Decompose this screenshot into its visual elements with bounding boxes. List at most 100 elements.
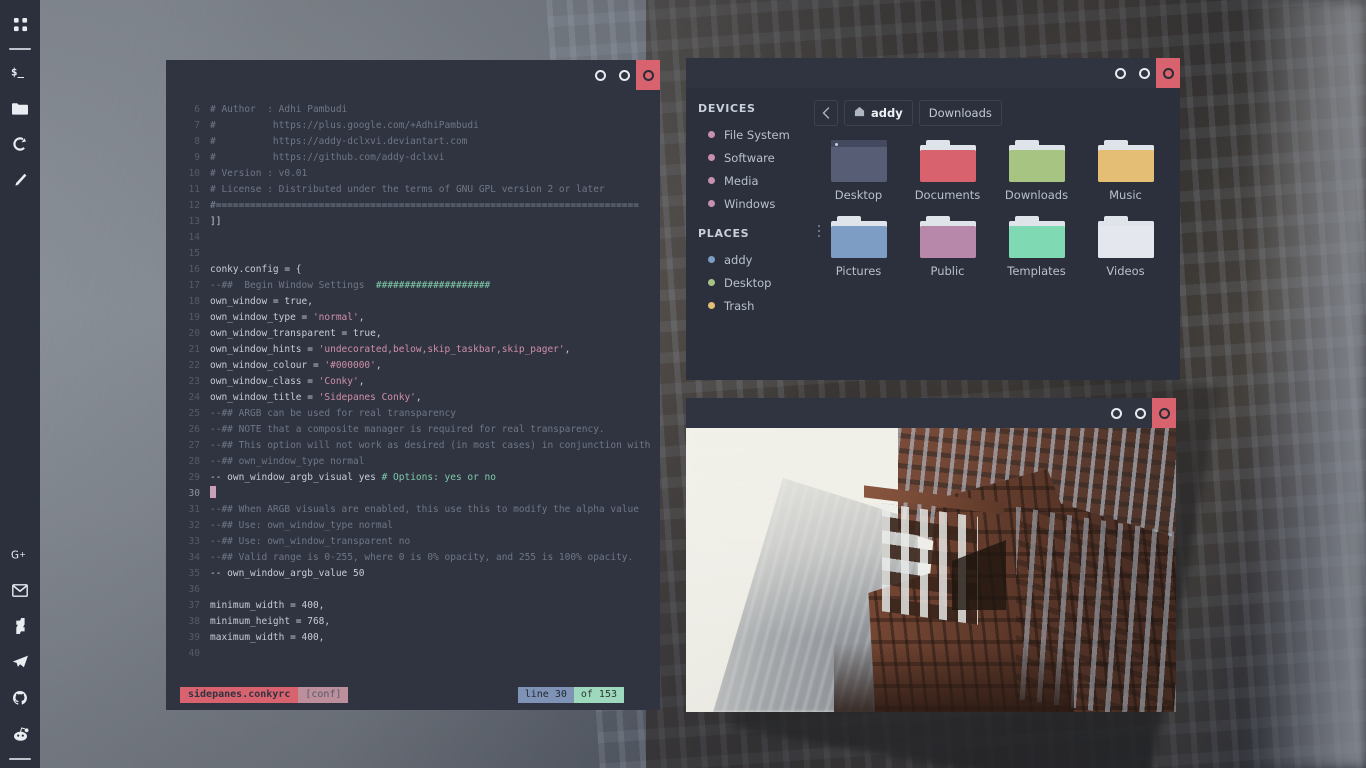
code-token: own_window_transparent = true, (210, 328, 382, 339)
place-item-trash[interactable]: Trash (698, 294, 806, 317)
device-item-media[interactable]: Media (698, 169, 806, 192)
deviantart-icon[interactable] (0, 608, 40, 644)
line-number: 29 (188, 472, 200, 483)
editor-body[interactable]: 6 # Author : Adhi Pambudi 7 # https://plus.… (166, 90, 660, 710)
code-token: --## own_window_type normal (210, 456, 365, 467)
folder-icon[interactable] (0, 90, 40, 126)
editor-titlebar[interactable] (166, 60, 660, 90)
file-item-public[interactable]: Public (903, 216, 992, 278)
device-item-software[interactable]: Software (698, 146, 806, 169)
image-viewer-titlebar[interactable] (686, 398, 1176, 428)
editor-minimize-button[interactable] (588, 60, 612, 90)
apps-grid-icon[interactable] (0, 6, 40, 42)
line-number: 15 (188, 248, 200, 259)
editor-close-button[interactable] (636, 60, 660, 90)
breadcrumb-item-downloads[interactable]: Downloads (918, 100, 1002, 126)
terminal-icon[interactable]: $_ (0, 54, 40, 90)
code-text: # https://github.com/addy-dclxvi (210, 150, 445, 166)
image-viewer-minimize-button[interactable] (1104, 398, 1128, 428)
code-line: 18 own_window = true, (178, 294, 652, 310)
line-number: 39 (188, 632, 200, 643)
code-line: 37 minimum_width = 400, (178, 598, 652, 614)
github-icon[interactable] (0, 680, 40, 716)
sidebar-item-label: Desktop (724, 275, 772, 290)
image-viewer-canvas[interactable] (686, 428, 1176, 712)
code-token: --## When ARGB visuals are enabled, this… (210, 504, 639, 515)
gmail-icon[interactable] (0, 572, 40, 608)
file-grid: Desktop Documents Downloads Music Pictures Pu… (814, 140, 1170, 278)
editor-maximize-button[interactable] (612, 60, 636, 90)
bullet-dot-icon (708, 256, 715, 263)
line-number: 22 (188, 360, 200, 371)
file-item-music[interactable]: Music (1081, 140, 1170, 202)
dock-separator-bottom (9, 758, 31, 760)
wallpaper-fog-right (1246, 0, 1366, 768)
code-token: , (375, 360, 382, 371)
place-item-addy[interactable]: addy (698, 248, 806, 271)
line-number: 27 (188, 440, 200, 451)
code-text: # Author : Adhi Pambudi (210, 102, 347, 118)
code-text (210, 486, 216, 502)
file-manager-maximize-button[interactable] (1132, 58, 1156, 88)
code-text: --## When ARGB visuals are enabled, this… (210, 502, 639, 518)
telegram-icon[interactable] (0, 644, 40, 680)
line-number: 9 (194, 152, 200, 163)
code-token: own_window = true, (210, 296, 313, 307)
svg-text:$_: $_ (11, 66, 24, 79)
bullet-dot-icon (708, 131, 715, 138)
folder-icon (1097, 216, 1154, 258)
file-item-label: Templates (1007, 264, 1066, 278)
device-item-windows[interactable]: Windows (698, 192, 806, 215)
sidebar-item-label: addy (724, 252, 753, 267)
line-number: 35 (188, 568, 200, 579)
file-item-desktop[interactable]: Desktop (814, 140, 903, 202)
line-number: 14 (188, 232, 200, 243)
status-position-group: line 30 of 153 (517, 687, 624, 703)
file-item-pictures[interactable]: Pictures (814, 216, 903, 278)
code-token: # License : Distributed under the terms … (210, 184, 605, 195)
file-manager-close-button[interactable] (1156, 58, 1180, 88)
code-token: # https://github.com/addy-dclxvi (210, 152, 445, 163)
code-line: 21 own_window_hints = 'undecorated,below,… (178, 342, 652, 358)
file-item-downloads[interactable]: Downloads (992, 140, 1081, 202)
code-text: # Version : v0.01 (210, 166, 307, 182)
code-text: minimum_height = 768, (210, 614, 330, 630)
places-overflow-menu-icon[interactable] (818, 225, 820, 237)
code-line: 27 --## This option will not work as desi… (178, 438, 652, 454)
code-text: conky.config = { (210, 262, 302, 278)
code-text: # https://plus.google.com/+AdhiPambudi (210, 118, 479, 134)
code-text: own_window_colour = '#000000', (210, 358, 382, 374)
code-area[interactable]: 6 # Author : Adhi Pambudi 7 # https://plus.… (166, 90, 660, 662)
file-item-documents[interactable]: Documents (903, 140, 992, 202)
code-text: -- own_window_argb_visual yes # Options:… (210, 470, 496, 486)
code-token: --## This option will not work as desire… (210, 440, 651, 451)
line-number: 33 (188, 536, 200, 547)
line-number: 38 (188, 616, 200, 627)
image-viewer-maximize-button[interactable] (1128, 398, 1152, 428)
bullet-dot-icon (708, 279, 715, 286)
image-viewer-close-button[interactable] (1152, 398, 1176, 428)
code-line: 31 --## When ARGB visuals are enabled, th… (178, 502, 652, 518)
file-item-templates[interactable]: Templates (992, 216, 1081, 278)
file-manager-minimize-button[interactable] (1108, 58, 1132, 88)
editor-pencil-icon[interactable] (0, 162, 40, 198)
place-item-desktop[interactable]: Desktop (698, 271, 806, 294)
reddit-icon[interactable] (0, 716, 40, 752)
folder-icon (1008, 216, 1065, 258)
back-button[interactable] (814, 100, 838, 126)
file-item-videos[interactable]: Videos (1081, 216, 1170, 278)
code-text: own_window_hints = 'undecorated,below,sk… (210, 342, 570, 358)
code-line: 25 --## ARGB can be used for real transpa… (178, 406, 652, 422)
line-number: 30 (188, 488, 200, 499)
line-number: 10 (188, 168, 200, 179)
google-plus-icon[interactable]: G + (0, 536, 40, 572)
code-text: # License : Distributed under the terms … (210, 182, 605, 198)
browser-icon[interactable] (0, 126, 40, 162)
breadcrumb-item-addy[interactable]: addy (844, 100, 913, 126)
line-number: 6 (194, 104, 200, 115)
device-item-file-system[interactable]: File System (698, 123, 806, 146)
code-token: maximum_width = 400, (210, 632, 325, 643)
code-text: --## own_window_type normal (210, 454, 364, 470)
places-heading-row: PLACES (698, 225, 820, 240)
file-manager-titlebar[interactable] (686, 58, 1180, 88)
